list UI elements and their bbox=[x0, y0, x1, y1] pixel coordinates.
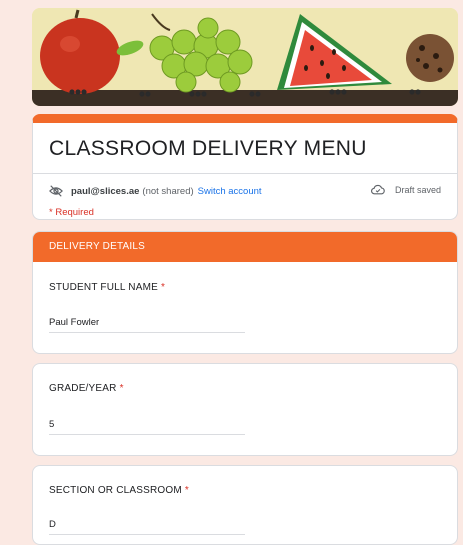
eye-off-icon bbox=[49, 185, 63, 197]
question-label-text: SECTION OR CLASSROOM bbox=[49, 485, 182, 496]
question-label-grade: GRADE/YEAR * bbox=[49, 383, 124, 394]
form-title-card: CLASSROOM DELIVERY MENU paul@slices.ae (… bbox=[32, 114, 458, 220]
student-name-input[interactable] bbox=[49, 317, 245, 333]
cloud-check-icon bbox=[370, 184, 385, 195]
divider bbox=[33, 173, 457, 174]
question-card-section: SECTION OR CLASSROOM * bbox=[32, 465, 458, 545]
question-label-text: GRADE/YEAR bbox=[49, 383, 117, 394]
switch-account-link[interactable]: Switch account bbox=[198, 186, 262, 197]
draft-status: Draft saved bbox=[370, 184, 441, 195]
question-card-grade: GRADE/YEAR * bbox=[32, 363, 458, 456]
account-row: paul@slices.ae (not shared) Switch accou… bbox=[49, 184, 262, 198]
question-label-student-name: STUDENT FULL NAME * bbox=[49, 282, 165, 293]
question-label-section: SECTION OR CLASSROOM * bbox=[49, 485, 189, 496]
section-input[interactable] bbox=[49, 519, 245, 535]
form-title: CLASSROOM DELIVERY MENU bbox=[49, 137, 367, 160]
section-header: DELIVERY DETAILS bbox=[33, 232, 457, 262]
header-banner-image bbox=[32, 8, 458, 106]
sharing-note: (not shared) bbox=[142, 185, 194, 197]
required-asterisk: * bbox=[160, 282, 166, 293]
draft-status-text: Draft saved bbox=[394, 184, 441, 195]
required-asterisk: * bbox=[184, 485, 189, 496]
required-note: * Required bbox=[49, 207, 94, 218]
question-label-text: STUDENT FULL NAME bbox=[49, 282, 158, 293]
section-card: DELIVERY DETAILS STUDENT FULL NAME * bbox=[32, 231, 458, 354]
grade-input[interactable] bbox=[49, 419, 245, 435]
required-asterisk: * bbox=[119, 383, 124, 394]
account-email: paul@slices.ae bbox=[71, 185, 140, 197]
